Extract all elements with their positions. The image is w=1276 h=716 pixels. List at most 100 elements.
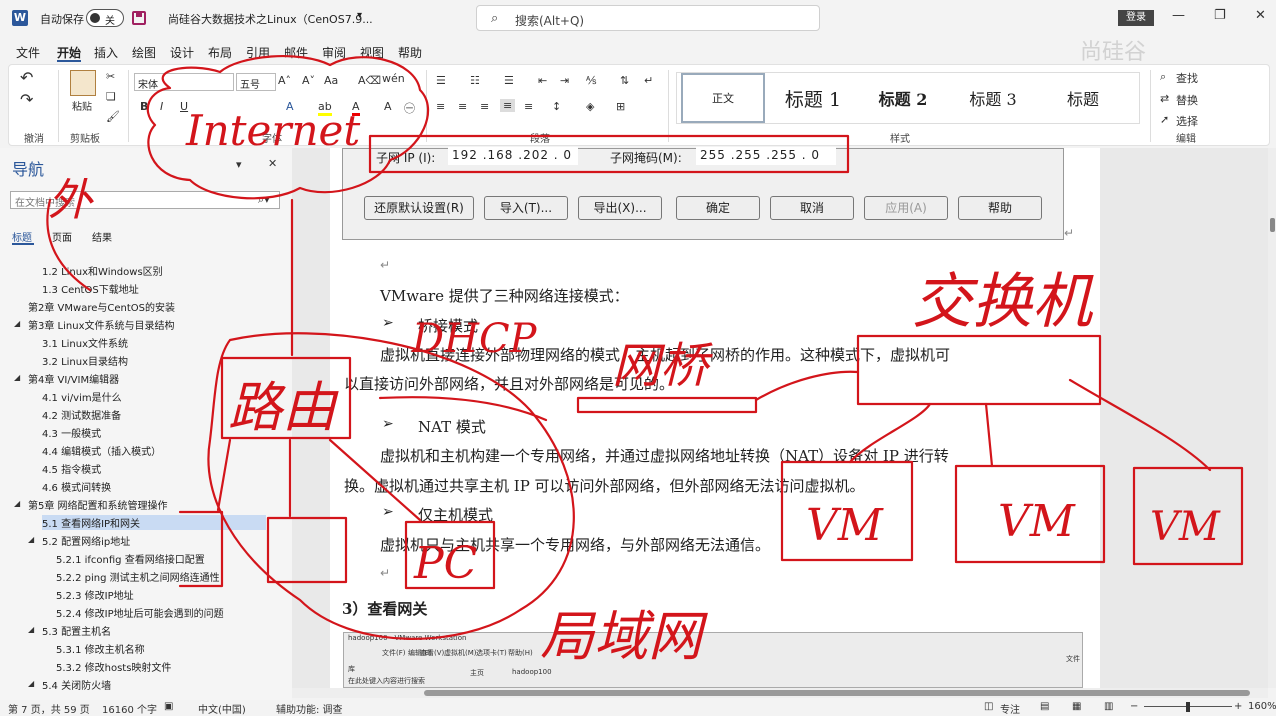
tab-insert[interactable]: 插入 xyxy=(94,44,118,61)
tab-layout[interactable]: 布局 xyxy=(208,44,232,61)
nav-tab-results[interactable]: 结果 xyxy=(92,229,112,244)
nav-heading-item[interactable]: 5.3.1 修改主机名称 xyxy=(56,641,145,656)
replace-button[interactable]: 替换 xyxy=(1176,92,1198,108)
collapse-icon[interactable]: ◢ xyxy=(28,679,34,688)
italic-icon[interactable]: I xyxy=(160,100,163,113)
tab-mailings[interactable]: 邮件 xyxy=(284,44,308,61)
tab-view[interactable]: 视图 xyxy=(360,44,384,61)
nav-heading-item[interactable]: 5.2.3 修改IP地址 xyxy=(56,587,134,602)
read-mode-icon[interactable]: ▤ xyxy=(1040,701,1049,712)
highlight-icon[interactable]: ab xyxy=(318,100,332,116)
document-title[interactable]: 尚硅谷大数据技术之Linux（CenOS7.9... xyxy=(168,11,373,27)
nav-heading-item[interactable]: 4.1 vi/vim是什么 xyxy=(42,389,122,404)
nav-heading-item[interactable]: 4.5 指令模式 xyxy=(42,461,101,476)
zoom-level[interactable]: 160% xyxy=(1248,701,1276,712)
nav-heading-item[interactable]: 5.2.1 ifconfig 查看网络接口配置 xyxy=(56,551,205,566)
multilevel-list-icon[interactable]: ☰ xyxy=(504,74,514,87)
print-layout-icon[interactable]: ▦ xyxy=(1072,701,1081,712)
nav-heading-item[interactable]: 4.6 模式间转换 xyxy=(42,479,111,494)
tab-review[interactable]: 审阅 xyxy=(322,44,346,61)
align-right-icon[interactable]: ≡ xyxy=(480,100,489,113)
increase-indent-icon[interactable]: ⇥ xyxy=(560,74,569,87)
nav-heading-item[interactable]: 5.3.2 修改hosts映射文件 xyxy=(56,659,171,674)
focus-mode[interactable]: 专注 xyxy=(1000,701,1020,716)
redo-icon[interactable]: ↷ xyxy=(20,90,33,109)
page-count[interactable]: 第 7 页，共 59 页 xyxy=(8,701,90,716)
undo-icon[interactable]: ↶ xyxy=(20,68,33,87)
nav-heading-item[interactable]: 1.3 CentOS下载地址 xyxy=(42,281,139,296)
restore-icon[interactable]: ❐ xyxy=(1214,8,1226,23)
chinese-layout-icon[interactable]: ⅍ xyxy=(586,74,596,87)
nav-heading-item[interactable]: 3.1 Linux文件系统 xyxy=(42,335,128,350)
nav-search-input[interactable]: 在文档中搜索 xyxy=(10,191,280,209)
find-icon[interactable]: ⌕ xyxy=(1160,70,1166,84)
login-button[interactable]: 登录 xyxy=(1118,10,1154,26)
nav-heading-item[interactable]: 5.4 关闭防火墙 xyxy=(42,677,111,692)
tab-references[interactable]: 引用 xyxy=(246,44,270,61)
shrink-font-icon[interactable]: A˅ xyxy=(302,74,315,87)
zoom-slider-thumb[interactable] xyxy=(1186,702,1190,712)
phonetic-icon[interactable]: wén xyxy=(382,72,405,85)
tab-draw[interactable]: 绘图 xyxy=(132,44,156,61)
bullets-icon[interactable]: ☰ xyxy=(436,74,446,87)
select-icon[interactable]: ➚ xyxy=(1160,113,1169,126)
bold-icon[interactable]: B xyxy=(140,100,148,113)
tab-help[interactable]: 帮助 xyxy=(398,44,422,61)
nav-tab-pages[interactable]: 页面 xyxy=(52,229,72,244)
chevron-down-icon[interactable]: ▾ xyxy=(357,10,362,21)
cut-icon[interactable]: ✂ xyxy=(106,70,115,83)
paste-button[interactable]: 粘贴 xyxy=(72,98,92,113)
nav-heading-item[interactable]: 5.2.4 修改IP地址后可能会遇到的问题 xyxy=(56,605,224,620)
align-center-icon[interactable]: ≡ xyxy=(458,100,467,113)
sort-icon[interactable]: ⇅ xyxy=(620,74,629,87)
nav-heading-item[interactable]: 第2章 VMware与CentOS的安装 xyxy=(28,299,175,314)
style-heading-3[interactable]: 标题 3 xyxy=(949,73,1037,123)
font-name-box[interactable]: 宋体 xyxy=(134,73,234,91)
numbering-icon[interactable]: ☷ xyxy=(470,74,480,87)
tab-home[interactable]: 开始 xyxy=(57,44,81,61)
search-icon[interactable]: ⌕▾ xyxy=(258,193,270,207)
autosave-toggle[interactable]: 关 xyxy=(86,9,124,27)
search-box[interactable]: ⌕ 搜索(Alt+Q) xyxy=(476,5,820,31)
select-button[interactable]: 选择 xyxy=(1176,113,1198,129)
nav-heading-item[interactable]: 4.4 编辑模式（插入模式） xyxy=(42,443,161,458)
decrease-indent-icon[interactable]: ⇤ xyxy=(538,74,547,87)
nav-close-icon[interactable]: ✕ xyxy=(268,157,277,170)
justify-icon[interactable]: ≡ xyxy=(500,99,516,112)
nav-heading-item[interactable]: 第4章 VI/VIM编辑器 xyxy=(28,371,119,386)
nav-heading-item[interactable]: 5.2.2 ping 测试主机之间网络连通性 xyxy=(56,569,220,584)
align-left-icon[interactable]: ≡ xyxy=(436,100,445,113)
horizontal-scroll-thumb[interactable] xyxy=(424,690,1250,696)
text-effects-icon[interactable]: A xyxy=(286,100,294,113)
word-count[interactable]: 16160 个字 xyxy=(102,701,157,716)
collapse-icon[interactable]: ◢ xyxy=(28,625,34,634)
minimize-icon[interactable]: — xyxy=(1172,8,1185,23)
replace-icon[interactable]: ⇄ xyxy=(1160,92,1169,105)
font-color-icon[interactable]: A xyxy=(352,100,360,116)
style-title[interactable]: 标题 xyxy=(1039,73,1127,123)
change-case-icon[interactable]: Aa xyxy=(324,74,338,87)
show-marks-icon[interactable]: ↵ xyxy=(644,74,653,87)
tab-design[interactable]: 设计 xyxy=(170,44,194,61)
underline-icon[interactable]: U xyxy=(180,100,188,113)
vertical-scroll-thumb[interactable] xyxy=(1270,218,1275,232)
close-icon[interactable]: ✕ xyxy=(1255,8,1266,23)
focus-icon[interactable]: ◫ xyxy=(984,701,993,712)
line-spacing-icon[interactable]: ↕ xyxy=(552,100,561,113)
borders-icon[interactable]: ⊞ xyxy=(616,100,625,113)
nav-heading-item[interactable]: 5.2 配置网络ip地址 xyxy=(42,533,130,548)
nav-heading-item[interactable]: 5.1 查看网络IP和网关 xyxy=(42,515,266,530)
find-button[interactable]: 查找 xyxy=(1176,70,1198,86)
paste-icon[interactable] xyxy=(70,70,96,96)
nav-heading-item[interactable]: 1.2 Linux和Windows区别 xyxy=(42,263,163,278)
style-heading-1[interactable]: 标题 1 xyxy=(769,73,857,123)
collapse-icon[interactable]: ◢ xyxy=(28,535,34,544)
language-status[interactable]: 中文(中国) xyxy=(198,701,246,716)
nav-heading-item[interactable]: 4.3 一般模式 xyxy=(42,425,101,440)
collapse-icon[interactable]: ◢ xyxy=(14,499,20,508)
nav-tab-headings[interactable]: 标题 xyxy=(12,229,32,244)
distribute-icon[interactable]: ≡ xyxy=(524,100,533,113)
nav-heading-item[interactable]: 4.2 测试数据准备 xyxy=(42,407,121,422)
nav-heading-item[interactable]: 第3章 Linux文件系统与目录结构 xyxy=(28,317,174,332)
tab-file[interactable]: 文件 xyxy=(16,44,40,61)
